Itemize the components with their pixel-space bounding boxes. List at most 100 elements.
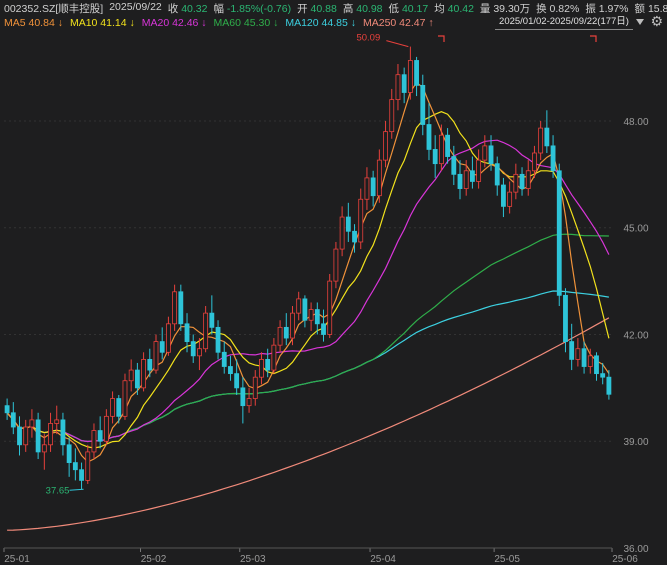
candle-body (203, 312, 209, 350)
low-label: 37.65 (46, 485, 70, 496)
candle-body (364, 177, 370, 200)
x-tick-label: 25-01 (4, 554, 30, 565)
candle-body (184, 323, 190, 342)
candle-body (308, 309, 314, 321)
candle-body (172, 291, 178, 325)
candle-body (159, 341, 165, 353)
candle-body (91, 430, 97, 453)
candle-body (178, 291, 184, 325)
candle-body (153, 341, 159, 371)
candle-body (122, 380, 128, 417)
candle-body (48, 423, 53, 446)
candle-body (103, 415, 109, 442)
candle-body (147, 358, 153, 371)
candle-body (141, 358, 147, 389)
candle-body (165, 323, 171, 353)
candle-body (581, 348, 587, 367)
candle-body (72, 462, 78, 471)
candle-body (525, 170, 531, 189)
candle-body (538, 127, 544, 154)
y-tick-label: 39.00 (623, 437, 648, 448)
candle-body (519, 173, 525, 189)
x-tick-label: 25-03 (240, 554, 266, 565)
candle-body (358, 198, 364, 243)
candle-body (556, 170, 562, 296)
candle-body (383, 131, 388, 161)
candle-body (4, 405, 10, 414)
candle-body (134, 369, 140, 389)
candle-body (575, 348, 581, 360)
ma60-line (6, 233, 609, 443)
candlestick-chart: 48.0045.0042.0039.0036.0025-01 25-02 25-03… (3, 33, 649, 565)
candle-body (395, 74, 401, 101)
candle-body (370, 177, 376, 197)
candle-body (482, 145, 488, 161)
x-tick-label: 25-02 (141, 554, 167, 565)
y-tick-label: 48.00 (623, 117, 648, 128)
candle-body (438, 134, 444, 165)
candle-body (407, 60, 413, 93)
candle-body (190, 341, 196, 357)
candle-body (290, 312, 295, 339)
candle-body (54, 419, 60, 424)
candle-body (128, 369, 134, 382)
candle-body (209, 312, 215, 328)
high-marker (386, 40, 409, 48)
candle-body (228, 366, 233, 375)
candle-body (501, 184, 506, 207)
candle-body (389, 99, 395, 133)
candle-body (110, 398, 115, 417)
candle-body (532, 152, 537, 172)
candle-body (277, 326, 283, 346)
low-marker (69, 488, 84, 491)
candle-body (550, 145, 556, 172)
candle-body (606, 376, 612, 395)
candle-body (414, 60, 419, 86)
candle-body (314, 309, 320, 325)
candle-body (85, 451, 91, 481)
high-label: 50.09 (356, 33, 380, 44)
candle-body (60, 419, 66, 446)
candle-body (327, 280, 333, 335)
candle-body (507, 191, 513, 207)
candle-body (35, 419, 41, 453)
ma20-line (6, 139, 610, 443)
candle-body (600, 373, 606, 378)
candle-body (29, 419, 35, 428)
candle-body (197, 348, 202, 357)
candle-body (463, 170, 469, 189)
candle-body (451, 156, 457, 175)
candle-body (246, 398, 252, 407)
candle-body (259, 358, 264, 378)
candle-body (23, 426, 29, 446)
candle-body (240, 387, 246, 407)
candle-body (41, 444, 47, 453)
candle-body (544, 127, 550, 147)
x-tick-label: 25-05 (494, 554, 520, 565)
candle-body (401, 74, 407, 93)
ma10-line (6, 111, 610, 449)
candle-body (265, 358, 271, 371)
candle-body (283, 326, 289, 339)
candle-body (426, 124, 432, 150)
range-bracket (438, 35, 445, 42)
x-tick-label: 25-04 (370, 554, 396, 565)
candle-body (339, 216, 345, 250)
candle-body (345, 216, 351, 232)
x-tick-label: 25-06 (612, 554, 638, 565)
candle-body (271, 344, 277, 371)
candle-body (79, 469, 84, 481)
candle-body (215, 326, 221, 353)
candle-body (97, 430, 103, 442)
candle-body (17, 426, 22, 446)
ma5-line (6, 81, 610, 463)
candle-body (513, 173, 519, 193)
candle-body (569, 341, 575, 360)
candle-body (333, 248, 339, 282)
candle-body (321, 323, 326, 335)
candle-body (563, 294, 568, 342)
candle-body (432, 149, 438, 165)
candle-body (494, 163, 500, 186)
candle-body (66, 444, 72, 463)
candle-body (352, 230, 357, 243)
